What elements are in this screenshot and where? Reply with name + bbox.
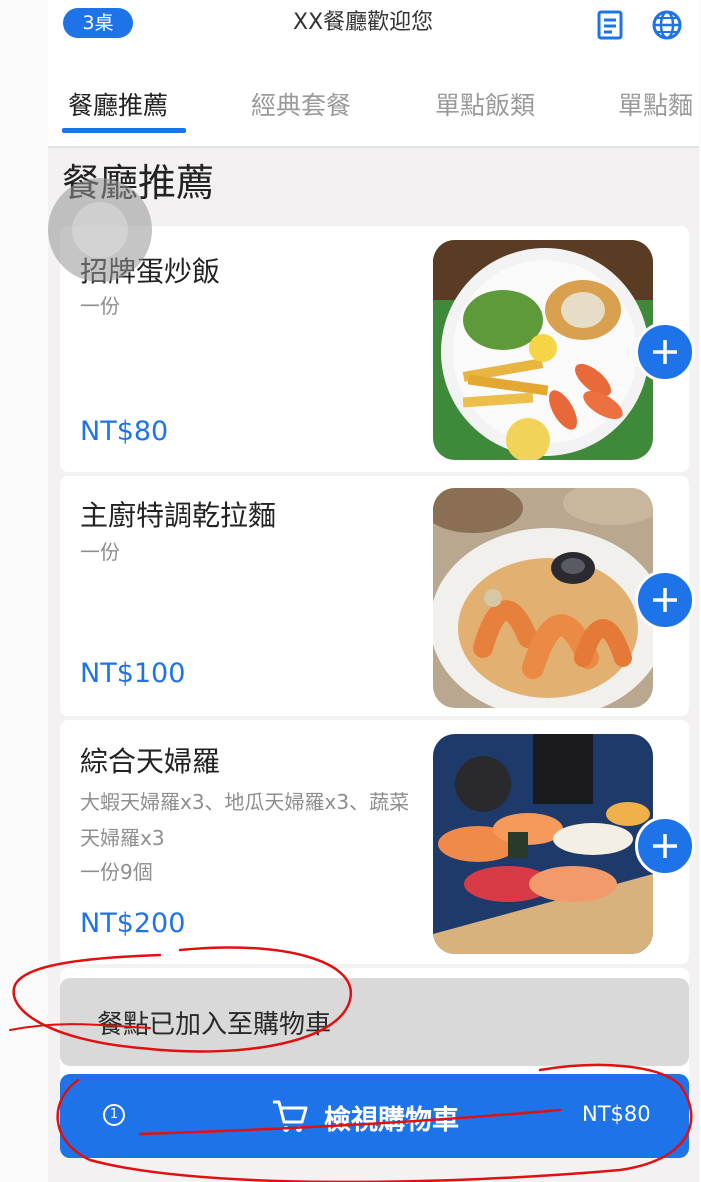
top-bar: 3桌 XX餐廳歡迎您 <box>48 0 699 50</box>
tab-classic-sets[interactable]: 經典套餐 <box>251 86 351 122</box>
touch-indicator <box>48 178 152 282</box>
view-cart-label: 檢視購物車 <box>324 1105 459 1136</box>
item-name: 主廚特調乾拉麵 <box>80 499 277 532</box>
menu-item-card[interactable]: 招牌蛋炒飯 一份 NT$80 <box>60 226 695 472</box>
menu-page: 3桌 XX餐廳歡迎您 餐廳推薦 經典套餐 單點飯類 單點麵 餐廳推薦 招牌蛋炒飯… <box>48 0 699 1182</box>
active-tab-indicator <box>62 128 186 133</box>
food-photo <box>433 488 653 708</box>
receipt-icon[interactable] <box>593 8 627 42</box>
table-number-badge: 3桌 <box>63 8 133 38</box>
toast-message: 餐點已加入至購物車 <box>97 1010 332 1040</box>
cart-icon <box>273 1100 308 1132</box>
item-price: NT$200 <box>80 908 186 939</box>
view-cart-button[interactable]: 1 檢視購物車 NT$80 <box>60 1074 689 1158</box>
tab-rice-dishes[interactable]: 單點飯類 <box>435 86 535 122</box>
item-description: 一份 <box>80 294 120 318</box>
add-to-cart-button[interactable] <box>635 570 695 630</box>
plus-icon <box>653 340 677 364</box>
item-name: 綜合天婦羅 <box>80 745 221 778</box>
food-photo <box>433 734 653 954</box>
item-description: 一份 <box>80 540 120 564</box>
plus-icon <box>653 588 677 612</box>
item-price: NT$100 <box>80 658 186 689</box>
menu-item-card[interactable]: 主廚特調乾拉麵 一份 NT$100 <box>60 476 695 716</box>
add-to-cart-button[interactable] <box>635 322 695 382</box>
food-photo <box>433 240 653 460</box>
restaurant-title: XX餐廳歡迎您 <box>293 10 434 35</box>
item-price: NT$80 <box>80 416 169 447</box>
tab-restaurant-recommended[interactable]: 餐廳推薦 <box>68 86 168 122</box>
category-tabs: 餐廳推薦 經典套餐 單點飯類 單點麵 <box>48 50 699 148</box>
cart-count-badge: 1 <box>103 1104 125 1126</box>
cart-total: NT$80 <box>582 1102 651 1126</box>
item-description: 大蝦天婦羅x3、地瓜天婦羅x3、蔬菜天婦羅x3 <box>80 790 410 850</box>
menu-item-card[interactable]: 綜合天婦羅 大蝦天婦羅x3、地瓜天婦羅x3、蔬菜天婦羅x3 一份9個 NT$20… <box>60 720 695 964</box>
plus-icon <box>653 834 677 858</box>
globe-icon[interactable] <box>650 8 684 42</box>
item-quantity: 一份9個 <box>80 860 153 884</box>
add-to-cart-button[interactable] <box>635 816 695 876</box>
added-to-cart-toast: 餐點已加入至購物車 <box>60 978 689 1066</box>
tab-noodles[interactable]: 單點麵 <box>618 86 693 122</box>
